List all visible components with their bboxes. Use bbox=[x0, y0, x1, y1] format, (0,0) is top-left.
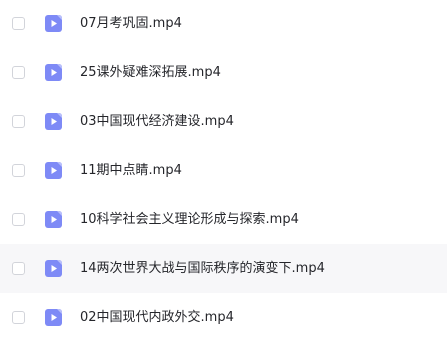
file-row[interactable]: 07月考巩固.mp4 bbox=[0, 0, 447, 48]
video-file-icon bbox=[45, 112, 62, 130]
file-name[interactable]: 10科学社会主义理论形成与探索.mp4 bbox=[80, 211, 299, 228]
file-name[interactable]: 14两次世界大战与国际秩序的演变下.mp4 bbox=[80, 260, 325, 277]
video-file-icon bbox=[45, 210, 62, 228]
file-name[interactable]: 25课外疑难深拓展.mp4 bbox=[80, 64, 221, 81]
file-row[interactable]: 11期中点睛.mp4 bbox=[0, 146, 447, 195]
file-row[interactable]: 10科学社会主义理论形成与探索.mp4 bbox=[0, 195, 447, 244]
video-file-icon bbox=[45, 259, 62, 277]
video-file-icon bbox=[45, 63, 62, 81]
row-checkbox[interactable] bbox=[12, 163, 25, 177]
row-checkbox[interactable] bbox=[12, 310, 25, 324]
row-checkbox[interactable] bbox=[12, 114, 25, 128]
file-name[interactable]: 02中国现代内政外交.mp4 bbox=[80, 309, 234, 326]
file-row[interactable]: 02中国现代内政外交.mp4 bbox=[0, 293, 447, 342]
video-file-icon bbox=[45, 14, 62, 32]
row-checkbox[interactable] bbox=[12, 65, 25, 79]
row-checkbox[interactable] bbox=[12, 212, 25, 226]
video-file-icon bbox=[45, 161, 62, 179]
file-name[interactable]: 07月考巩固.mp4 bbox=[80, 15, 182, 32]
file-row[interactable]: 03中国现代经济建设.mp4 bbox=[0, 97, 447, 146]
video-file-icon bbox=[45, 308, 62, 326]
row-checkbox[interactable] bbox=[12, 261, 25, 275]
file-row[interactable]: 25课外疑难深拓展.mp4 bbox=[0, 48, 447, 97]
file-name[interactable]: 11期中点睛.mp4 bbox=[80, 162, 182, 179]
row-checkbox[interactable] bbox=[12, 16, 25, 30]
file-name[interactable]: 03中国现代经济建设.mp4 bbox=[80, 113, 234, 130]
file-row[interactable]: 14两次世界大战与国际秩序的演变下.mp4 bbox=[0, 243, 447, 293]
